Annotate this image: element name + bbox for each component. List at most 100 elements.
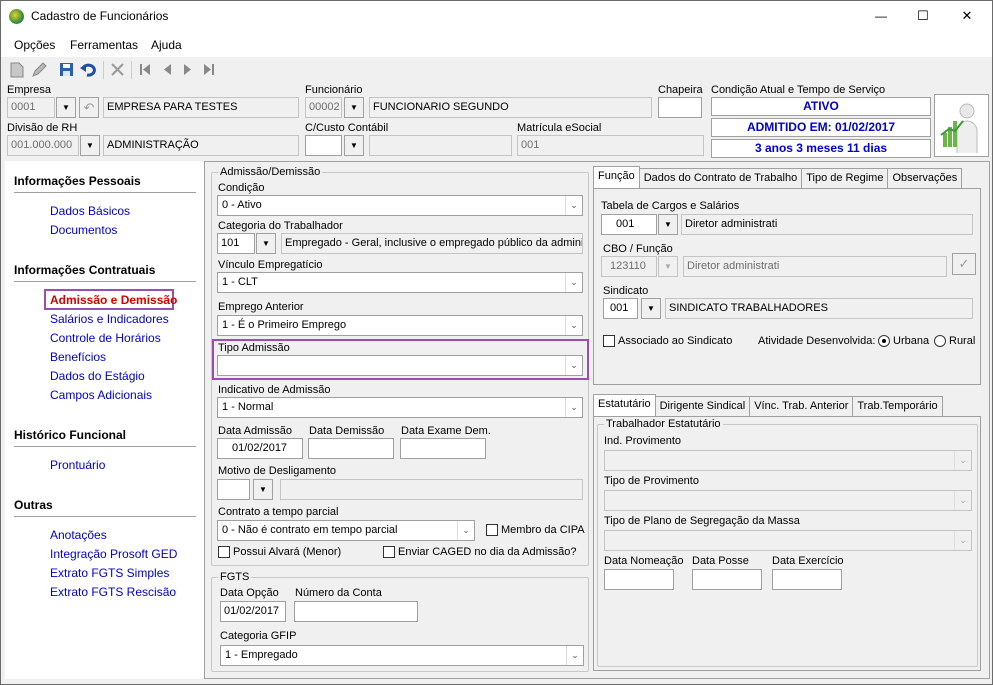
urbana-radio[interactable] (878, 335, 890, 347)
empresa-label: Empresa (7, 84, 52, 96)
sidebar-item-beneficios[interactable]: Benefícios (50, 350, 106, 364)
tab-estatutario[interactable]: Estatutário (593, 394, 656, 416)
person-chart-icon (940, 103, 978, 153)
next-record-icon[interactable] (183, 63, 193, 76)
data-posse-input[interactable] (692, 569, 762, 590)
chevron-down-icon: ▼ (350, 103, 358, 112)
matricula-input[interactable]: 001 (517, 135, 704, 156)
sidebar-item-horarios[interactable]: Controle de Horários (50, 331, 161, 345)
menu-ajuda[interactable]: Ajuda (151, 39, 182, 52)
custo-contabil-input[interactable] (305, 135, 342, 156)
tab-trab-temporario[interactable]: Trab.Temporário (852, 396, 943, 416)
funcionario-code-input[interactable]: 00002 (305, 97, 342, 118)
caged-label: Enviar CAGED no dia da Admissão? (398, 546, 577, 558)
sidebar-item-estagio[interactable]: Dados do Estágio (50, 369, 145, 383)
emprego-anterior-label: Emprego Anterior (218, 301, 304, 313)
tipo-admissao-select[interactable]: ⌄ (217, 355, 583, 376)
undo-icon[interactable] (80, 62, 98, 77)
chevron-down-icon: ⌄ (565, 356, 582, 375)
data-demissao-label: Data Demissão (309, 425, 385, 437)
delete-icon[interactable] (110, 62, 125, 77)
tabela-cargos-code-input[interactable]: 001 (601, 214, 657, 235)
custo-dropdown-button[interactable]: ▼ (344, 135, 364, 156)
sidebar-item-admissao-demissao[interactable]: Admissão e Demissão (50, 293, 177, 307)
rural-radio[interactable] (934, 335, 946, 347)
categoria-gfip-select[interactable]: 1 - Empregado ⌄ (220, 645, 584, 666)
menu-ferramentas[interactable]: Ferramentas (70, 39, 138, 52)
edit-pencil-icon[interactable] (31, 62, 47, 78)
empresa-code-input[interactable]: 0001 (7, 97, 55, 118)
caged-checkbox[interactable] (383, 546, 395, 558)
associado-sindicato-checkbox[interactable] (603, 335, 615, 347)
tab-funcao[interactable]: Função (593, 166, 640, 188)
emprego-anterior-select[interactable]: 1 - É o Primeiro Emprego ⌄ (217, 315, 583, 336)
sindicato-code-input[interactable]: 001 (603, 298, 638, 319)
data-exercicio-input[interactable] (772, 569, 842, 590)
new-document-icon[interactable] (10, 62, 24, 78)
funcionario-dropdown-button[interactable]: ▼ (344, 97, 364, 118)
empresa-dropdown-button[interactable]: ▼ (56, 97, 76, 118)
data-exame-input[interactable] (400, 438, 486, 459)
previous-record-icon[interactable] (162, 63, 172, 76)
divisao-dropdown-button[interactable]: ▼ (80, 135, 100, 156)
save-icon[interactable] (59, 62, 74, 77)
condicao-select[interactable]: 0 - Ativo ⌄ (217, 195, 583, 216)
cbo-confirm-button[interactable]: ✓ (952, 253, 976, 275)
cbo-dropdown-button[interactable]: ▼ (658, 256, 678, 277)
sidebar-item-salarios[interactable]: Salários e Indicadores (50, 312, 169, 326)
sidebar-item-dados-basicos[interactable]: Dados Básicos (50, 204, 130, 218)
sidebar-item-documentos[interactable]: Documentos (50, 223, 117, 237)
motivo-desc-field (280, 479, 583, 500)
data-demissao-input[interactable] (308, 438, 394, 459)
divisao-code-input[interactable]: 001.000.000 (7, 135, 79, 156)
sindicato-dropdown-button[interactable]: ▼ (641, 298, 661, 319)
indicativo-select[interactable]: 1 - Normal ⌄ (217, 397, 583, 418)
data-opcao-input[interactable]: 01/02/2017 (220, 601, 286, 622)
numero-conta-input[interactable] (294, 601, 418, 622)
alvara-checkbox[interactable] (218, 546, 230, 558)
sidebar-section-pessoais: Informações Pessoais (14, 174, 141, 188)
menu-opcoes[interactable]: Opções (14, 39, 55, 52)
ind-provimento-select[interactable]: ⌄ (604, 450, 972, 471)
motivo-dropdown-button[interactable]: ▼ (253, 479, 273, 500)
categoria-dropdown-button[interactable]: ▼ (256, 233, 276, 254)
tipo-provimento-select[interactable]: ⌄ (604, 490, 972, 511)
categoria-code-input[interactable]: 101 (217, 233, 255, 254)
contrato-parcial-select[interactable]: 0 - Não é contrato em tempo parcial ⌄ (217, 520, 475, 541)
tab-observacoes[interactable]: Observações (887, 168, 963, 188)
last-record-icon[interactable] (203, 63, 215, 76)
tab-dados-contrato[interactable]: Dados do Contrato de Trabalho (638, 168, 803, 188)
vinculo-label: Vínculo Empregatício (218, 259, 323, 271)
tipo-admissao-label: Tipo Admissão (218, 342, 290, 354)
motivo-code-input[interactable] (217, 479, 250, 500)
tipo-plano-select[interactable]: ⌄ (604, 530, 972, 551)
sidebar-item-anotacoes[interactable]: Anotações (50, 528, 107, 542)
maximize-button[interactable]: ☐ (903, 5, 943, 27)
empresa-refresh-button[interactable]: ↶ (79, 97, 99, 118)
vinculo-select[interactable]: 1 - CLT ⌄ (217, 272, 583, 293)
cbo-code-input[interactable]: 123110 (601, 256, 657, 277)
sidebar-item-extrato-fgts-rescisao[interactable]: Extrato FGTS Rescisão (50, 585, 176, 599)
divisao-name-field: ADMINISTRAÇÃO (103, 135, 299, 156)
chevron-down-icon: ▼ (647, 304, 655, 313)
tab-dirigente-sindical[interactable]: Dirigente Sindical (654, 396, 751, 416)
sindicato-desc-field: SINDICATO TRABALHADORES (665, 298, 973, 319)
tabela-cargos-dropdown-button[interactable]: ▼ (658, 214, 678, 235)
top-tabs: Função Dados do Contrato de Trabalho Tip… (593, 166, 963, 188)
tab-tipo-regime[interactable]: Tipo de Regime (801, 168, 889, 188)
membro-cipa-checkbox[interactable] (486, 524, 498, 536)
close-button[interactable]: ✕ (947, 5, 987, 27)
sidebar-item-extrato-fgts-simples[interactable]: Extrato FGTS Simples (50, 566, 169, 580)
checkmark-icon: ✓ (958, 256, 970, 271)
sidebar-item-prosoft-ged[interactable]: Integração Prosoft GED (50, 547, 177, 561)
group-title: Admissão/Demissão (218, 166, 323, 179)
tab-vinculo-anterior[interactable]: Vínc. Trab. Anterior (749, 396, 854, 416)
first-record-icon[interactable] (139, 63, 151, 76)
numero-conta-label: Número da Conta (295, 587, 382, 599)
chapeira-input[interactable] (658, 97, 702, 118)
sidebar-item-prontuario[interactable]: Prontuário (50, 458, 105, 472)
data-nomeacao-input[interactable] (604, 569, 674, 590)
minimize-button[interactable]: — (861, 5, 901, 27)
data-admissao-input[interactable]: 01/02/2017 (217, 438, 303, 459)
sidebar-item-campos-adicionais[interactable]: Campos Adicionais (50, 388, 152, 402)
